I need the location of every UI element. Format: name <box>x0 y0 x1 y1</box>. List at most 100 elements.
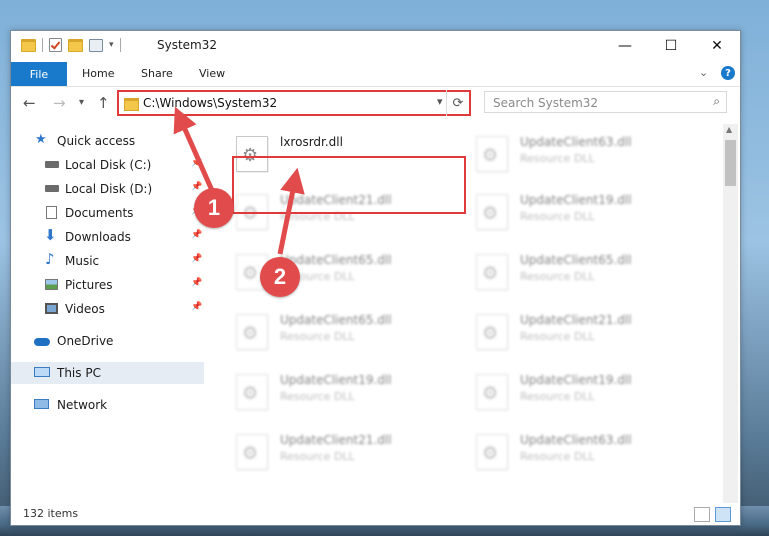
pin-icon[interactable]: 📌 <box>191 230 202 240</box>
drive-icon <box>45 161 59 168</box>
list-item[interactable]: ⚙ UpdateClient65.dll Resource DLL <box>216 308 436 364</box>
sidebar-item-local-disk-c[interactable]: Local Disk (C:) 📌 <box>11 154 204 176</box>
navigation-bar: ← → ▾ ↑ C:\Windows\System32 ▾ ⟳ Search S… <box>11 87 740 121</box>
pin-icon[interactable]: 📌 <box>191 254 202 264</box>
scrollbar-thumb[interactable] <box>725 140 736 186</box>
sidebar-item-documents[interactable]: Documents 📌 <box>11 202 204 224</box>
tab-home[interactable]: Home <box>82 67 114 80</box>
search-icon[interactable]: ⌕ <box>713 94 720 109</box>
search-input[interactable]: Search System32 ⌕ <box>484 91 727 113</box>
sidebar-item-label: Local Disk (D:) <box>65 182 153 196</box>
properties-check-icon[interactable] <box>49 38 62 52</box>
file-name: UpdateClient19.dll <box>280 373 392 387</box>
back-button[interactable]: ← <box>23 94 36 112</box>
expand-ribbon-chevron-icon[interactable]: ⌄ <box>699 66 708 79</box>
file-type: Resource DLL <box>520 450 595 463</box>
vertical-scrollbar[interactable]: ▲ <box>723 124 738 504</box>
sidebar-item-label: Videos <box>65 302 105 316</box>
file-type: Resource DLL <box>520 270 595 283</box>
sidebar-item-local-disk-d[interactable]: Local Disk (D:) 📌 <box>11 178 204 200</box>
list-item[interactable]: ⚙ UpdateClient19.dll Resource DLL <box>456 188 676 244</box>
sidebar-item-videos[interactable]: Videos 📌 <box>11 298 204 320</box>
details-view-button[interactable] <box>694 507 710 522</box>
quick-access-toolbar: ▾ <box>21 38 121 52</box>
customize-toolbar-chevron-icon[interactable]: ▾ <box>109 40 114 50</box>
dll-file-icon: ⚙ <box>236 314 268 350</box>
address-dropdown-icon[interactable]: ▾ <box>437 95 443 108</box>
scroll-up-icon[interactable]: ▲ <box>726 125 732 134</box>
tab-view[interactable]: View <box>199 67 225 80</box>
pictures-icon <box>45 279 58 290</box>
sidebar-item-quick-access[interactable]: ★ Quick access <box>11 130 204 152</box>
gear-icon: ⚙ <box>482 203 499 224</box>
dll-file-icon: ⚙ <box>236 434 268 470</box>
dll-file-icon: ⚙ <box>476 434 508 470</box>
sidebar-item-label: Quick access <box>57 134 136 148</box>
tab-share[interactable]: Share <box>141 67 173 80</box>
dll-file-icon: ⚙ <box>476 194 508 230</box>
folder-icon <box>124 98 139 111</box>
gear-icon: ⚙ <box>482 383 499 404</box>
list-item[interactable]: ⚙ UpdateClient65.dll Resource DLL <box>216 248 436 304</box>
sidebar-item-downloads[interactable]: ⬇ Downloads 📌 <box>11 226 204 248</box>
refresh-button[interactable]: ⟳ <box>446 90 469 116</box>
file-name: UpdateClient65.dll <box>280 313 392 327</box>
list-item[interactable]: ⚙ UpdateClient63.dll Resource DLL <box>456 428 676 484</box>
gear-icon: ⚙ <box>482 145 499 166</box>
list-item[interactable]: ⚙ UpdateClient21.dll Resource DLL <box>216 428 436 484</box>
list-item[interactable]: ⚙ UpdateClient19.dll Resource DLL <box>216 368 436 424</box>
close-button[interactable]: ✕ <box>694 31 740 61</box>
pin-icon[interactable]: 📌 <box>191 158 202 168</box>
file-type: Resource DLL <box>520 152 595 165</box>
sidebar-item-label: Downloads <box>65 230 131 244</box>
sidebar-item-network[interactable]: Network <box>11 394 204 416</box>
new-folder-icon[interactable] <box>68 38 83 52</box>
sidebar-item-label: Music <box>65 254 100 268</box>
step-badge-2: 2 <box>260 257 300 297</box>
sidebar-item-pictures[interactable]: Pictures 📌 <box>11 274 204 296</box>
minimize-button[interactable]: — <box>602 31 648 61</box>
sidebar-item-label: Local Disk (C:) <box>65 158 152 172</box>
network-icon <box>34 399 49 409</box>
dll-file-icon: ⚙ <box>476 314 508 350</box>
forward-button[interactable]: → <box>53 94 66 112</box>
gear-icon: ⚙ <box>482 443 499 464</box>
folder-icon <box>21 38 36 52</box>
navigation-pane: ★ Quick access Local Disk (C:) 📌 Local D… <box>11 124 204 504</box>
cloud-icon <box>34 338 50 346</box>
file-type: Resource DLL <box>520 390 595 403</box>
file-type: Resource DLL <box>280 330 355 343</box>
dll-file-icon: ⚙ <box>476 374 508 410</box>
file-name: UpdateClient21.dll <box>280 433 392 447</box>
tab-file[interactable]: File <box>11 62 67 86</box>
pin-icon[interactable]: 📌 <box>191 302 202 312</box>
large-icons-view-button[interactable] <box>715 507 731 522</box>
list-item[interactable]: ⚙ UpdateClient63.dll Resource DLL <box>456 130 676 186</box>
up-button[interactable]: ↑ <box>97 94 110 112</box>
status-bar: 132 items <box>11 503 740 525</box>
file-name: lxrosrdr.dll <box>280 135 343 149</box>
computer-icon <box>34 367 50 377</box>
download-icon: ⬇ <box>44 226 57 244</box>
pin-icon[interactable]: 📌 <box>191 182 202 192</box>
drive-icon <box>45 185 59 192</box>
pin-icon[interactable]: 📌 <box>191 278 202 288</box>
file-name: UpdateClient19.dll <box>520 373 632 387</box>
sidebar-item-label: Documents <box>65 206 134 220</box>
dll-file-icon: ⚙ <box>476 136 508 172</box>
address-path[interactable]: C:\Windows\System32 <box>143 96 277 110</box>
list-item[interactable]: ⚙ UpdateClient19.dll Resource DLL <box>456 368 676 424</box>
list-item[interactable]: ⚙ UpdateClient65.dll Resource DLL <box>456 248 676 304</box>
sidebar-item-onedrive[interactable]: OneDrive <box>11 330 204 352</box>
recent-locations-button[interactable]: ▾ <box>79 97 84 108</box>
properties-icon[interactable] <box>89 38 103 52</box>
sidebar-item-music[interactable]: ♪ Music 📌 <box>11 250 204 272</box>
item-count: 132 items <box>23 507 79 520</box>
documents-icon <box>46 206 57 219</box>
file-type: Resource DLL <box>280 450 355 463</box>
list-item[interactable]: ⚙ UpdateClient21.dll Resource DLL <box>456 308 676 364</box>
sidebar-item-this-pc[interactable]: This PC <box>11 362 204 384</box>
address-bar[interactable]: C:\Windows\System32 ▾ ⟳ <box>117 90 471 116</box>
help-icon[interactable]: ? <box>721 66 735 80</box>
maximize-button[interactable]: ☐ <box>648 31 694 61</box>
